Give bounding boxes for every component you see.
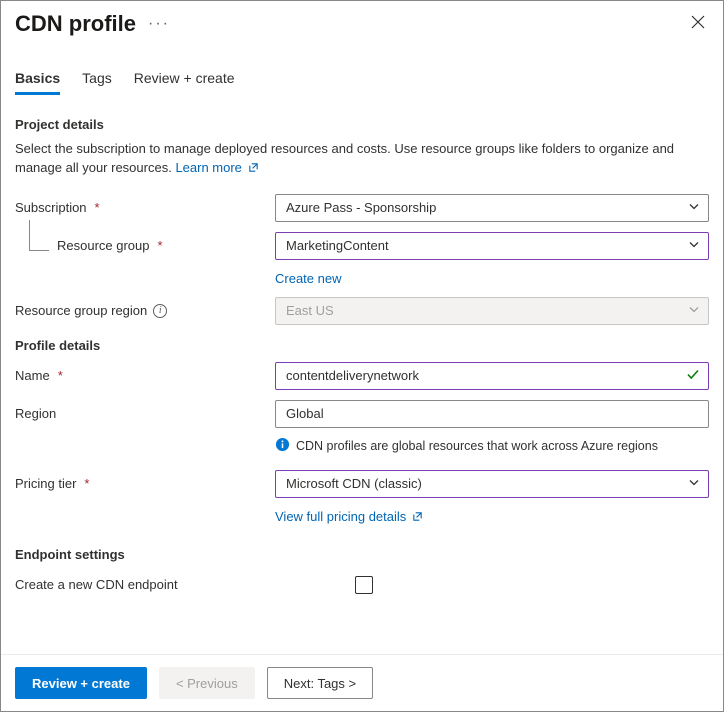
resource-group-label: Resource group* — [15, 238, 275, 253]
chevron-down-icon — [688, 238, 700, 253]
resource-group-select[interactable]: MarketingContent — [275, 232, 709, 260]
subscription-select[interactable]: Azure Pass - Sponsorship — [275, 194, 709, 222]
close-icon — [691, 15, 705, 29]
create-endpoint-label: Create a new CDN endpoint — [15, 577, 275, 592]
pricing-details-link[interactable]: View full pricing details — [275, 509, 423, 525]
info-filled-icon — [275, 437, 290, 455]
tab-basics[interactable]: Basics — [15, 70, 60, 95]
checkmark-icon — [686, 367, 700, 384]
learn-more-link[interactable]: Learn more — [175, 160, 258, 175]
region-label: Region — [15, 406, 275, 421]
resource-group-value: MarketingContent — [286, 238, 389, 253]
previous-button: < Previous — [159, 667, 255, 699]
rg-region-label: Resource group region i — [15, 303, 275, 318]
info-icon[interactable]: i — [153, 304, 167, 318]
subscription-value: Azure Pass - Sponsorship — [286, 200, 436, 215]
profile-details-heading: Profile details — [15, 338, 709, 353]
pricing-tier-select[interactable]: Microsoft CDN (classic) — [275, 470, 709, 498]
subscription-label: Subscription* — [15, 200, 275, 215]
create-new-link[interactable]: Create new — [275, 271, 341, 286]
pricing-link-label: View full pricing details — [275, 509, 406, 524]
next-button[interactable]: Next: Tags > — [267, 667, 373, 699]
learn-more-label: Learn more — [175, 160, 241, 175]
chevron-down-icon — [688, 303, 700, 318]
page-title: CDN profile — [15, 11, 136, 37]
region-input: Global — [275, 400, 709, 428]
chevron-down-icon — [688, 476, 700, 491]
project-details-heading: Project details — [15, 117, 709, 132]
review-create-button[interactable]: Review + create — [15, 667, 147, 699]
external-link-icon — [412, 510, 423, 525]
create-endpoint-checkbox[interactable] — [355, 576, 373, 594]
external-link-icon — [248, 160, 259, 179]
name-label: Name* — [15, 368, 275, 383]
region-info: CDN profiles are global resources that w… — [275, 437, 658, 455]
project-description-text: Select the subscription to manage deploy… — [15, 141, 674, 175]
chevron-down-icon — [688, 200, 700, 215]
close-button[interactable] — [687, 9, 709, 38]
tab-bar: Basics Tags Review + create — [1, 42, 723, 95]
tab-review[interactable]: Review + create — [134, 70, 235, 95]
name-value: contentdeliverynetwork — [286, 368, 419, 383]
footer-bar: Review + create < Previous Next: Tags > — [1, 654, 723, 711]
rg-region-value: East US — [286, 303, 334, 318]
project-description: Select the subscription to manage deploy… — [15, 140, 709, 179]
name-input[interactable]: contentdeliverynetwork — [275, 362, 709, 390]
more-icon[interactable]: ··· — [148, 15, 170, 33]
region-value: Global — [286, 406, 324, 421]
pricing-tier-label: Pricing tier* — [15, 476, 275, 491]
rg-region-select: East US — [275, 297, 709, 325]
endpoint-settings-heading: Endpoint settings — [15, 547, 709, 562]
tab-tags[interactable]: Tags — [82, 70, 112, 95]
pricing-tier-value: Microsoft CDN (classic) — [286, 476, 422, 491]
